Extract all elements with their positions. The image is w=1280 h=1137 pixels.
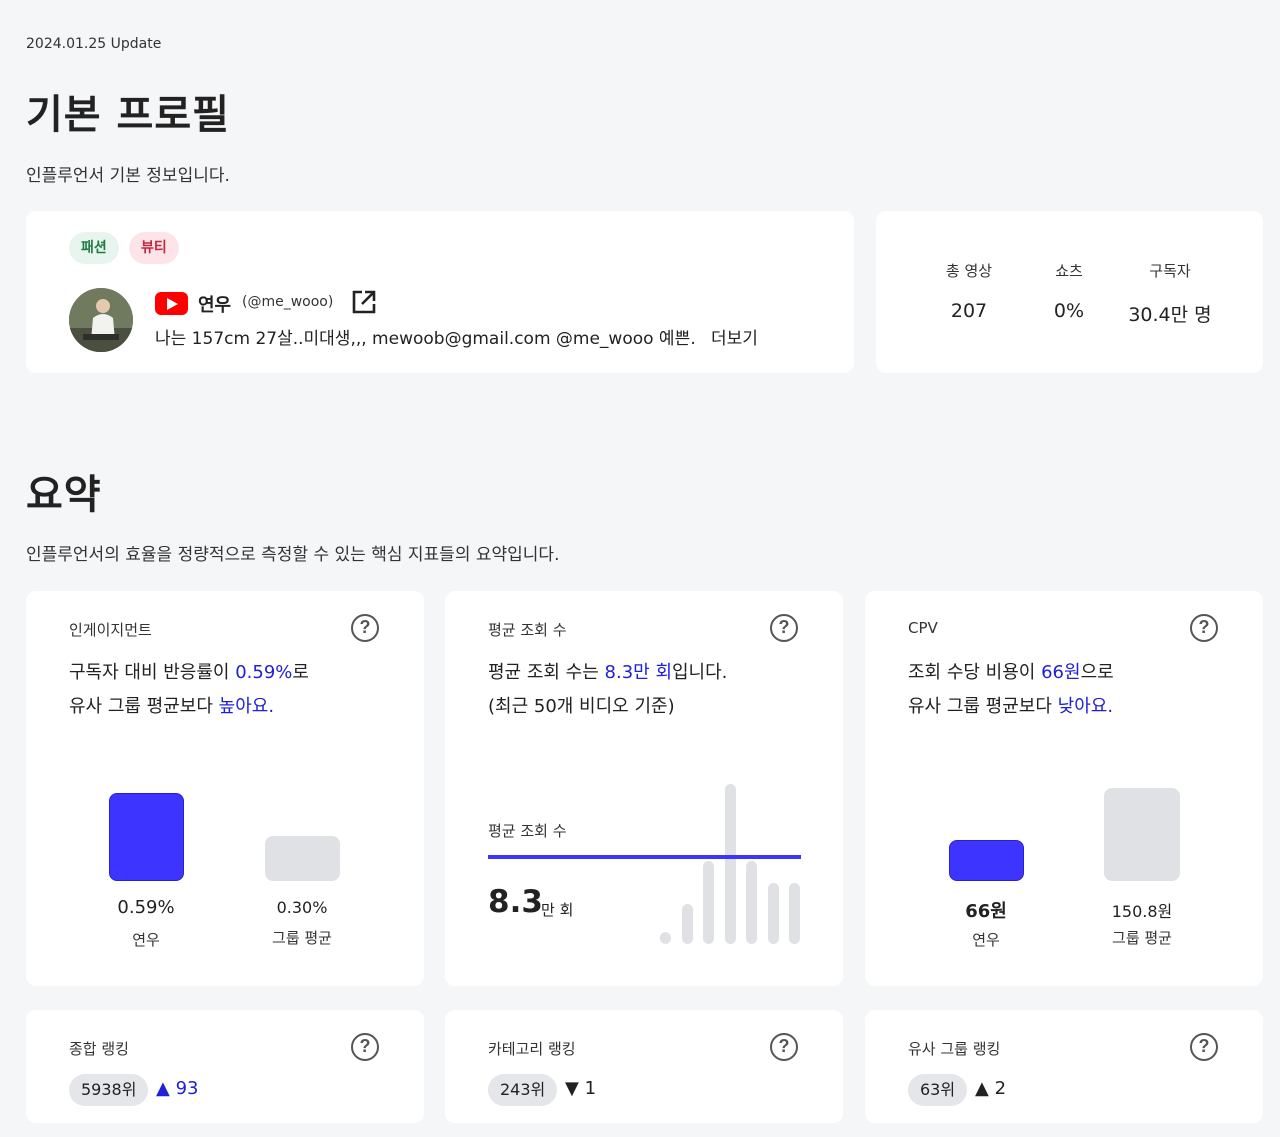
engagement-card: 인게이지먼트 ? 구독자 대비 반응률이 0.59%로 유사 그룹 평균보다 높… — [26, 591, 424, 986]
cpv-line1: 조회 수당 비용이 66원으로 — [908, 662, 1114, 683]
more-button[interactable]: 더보기 — [711, 324, 758, 349]
avg-views-bar — [681, 904, 693, 944]
channel-name: 연우 — [198, 295, 232, 316]
avg-views-bar — [746, 860, 757, 944]
summary-section-subtitle: 인플루언서의 효율을 정량적으로 측정할 수 있는 핵심 지표들의 요약입니다. — [26, 545, 560, 565]
help-icon[interactable]: ? — [1190, 1033, 1218, 1061]
stats-card: 총 영상 207 쇼츠 0% 구독자 30.4만 명 — [876, 211, 1263, 373]
group-ranking-title: 유사 그룹 랭킹 — [908, 1040, 1001, 1058]
update-date: 2024.01.25 Update — [26, 36, 162, 52]
cpv-self-value: 66원 — [965, 901, 1007, 922]
external-link-icon[interactable] — [351, 289, 377, 315]
avg-views-bar — [724, 784, 736, 944]
group-rank-change: ▲ 2 — [975, 1078, 1007, 1099]
avg-views-bar — [660, 932, 671, 944]
engagement-group-label: 그룹 평균 — [272, 929, 332, 947]
avatar — [69, 288, 133, 352]
stat-value-subscribers: 30.4만 명 — [1128, 304, 1212, 326]
category-rank-badge: 243위 — [488, 1074, 558, 1106]
channel-bio: 나는 157cm 27살..미대생,,, mewoob@gmail.com @m… — [155, 329, 695, 349]
help-icon[interactable]: ? — [351, 614, 379, 642]
avg-views-value: 8.3 — [488, 884, 543, 920]
profile-card: 패션 뷰티 연우 (@me_wooo) 나는 157cm 27살..미대생,,,… — [26, 211, 854, 373]
avg-views-bar — [703, 860, 714, 944]
cpv-group-label: 그룹 평균 — [1112, 929, 1172, 947]
engagement-line1: 구독자 대비 반응률이 0.59%로 — [69, 662, 309, 683]
cpv-title: CPV — [908, 619, 938, 637]
channel-handle: (@me_wooo) — [242, 294, 334, 310]
profile-section-subtitle: 인플루언서 기본 정보입니다. — [26, 166, 230, 186]
engagement-group-bar — [265, 836, 340, 881]
tag-fashion[interactable]: 패션 — [69, 232, 119, 264]
engagement-self-label: 연우 — [132, 931, 160, 949]
group-rank-badge: 63위 — [908, 1074, 968, 1106]
category-ranking-card: 카테고리 랭킹 ? 243위 ▼ 1 — [445, 1010, 843, 1123]
avg-views-bar — [789, 883, 800, 944]
avg-views-chart-label: 평균 조회 수 — [488, 822, 567, 840]
engagement-self-value: 0.59% — [117, 897, 175, 918]
cpv-self-bar — [949, 840, 1024, 881]
help-icon[interactable]: ? — [770, 614, 798, 642]
category-rank-change: ▼ 1 — [565, 1078, 597, 1099]
cpv-card: CPV ? 조회 수당 비용이 66원으로 유사 그룹 평균보다 낮아요. 66… — [865, 591, 1263, 986]
overall-rank-badge: 5938위 — [69, 1074, 149, 1106]
engagement-group-value: 0.30% — [276, 898, 328, 917]
cpv-self-label: 연우 — [972, 931, 1000, 949]
category-ranking-title: 카테고리 랭킹 — [488, 1040, 576, 1058]
help-icon[interactable]: ? — [770, 1033, 798, 1061]
youtube-icon — [155, 292, 188, 315]
cpv-group-value: 150.8원 — [1111, 902, 1173, 921]
engagement-self-bar — [109, 793, 184, 881]
summary-section-title: 요약 — [26, 472, 102, 518]
engagement-title: 인게이지먼트 — [69, 621, 152, 639]
stat-label-subscribers: 구독자 — [1149, 262, 1191, 280]
avg-views-bar — [767, 883, 779, 944]
help-icon[interactable]: ? — [1190, 614, 1218, 642]
help-icon[interactable]: ? — [351, 1033, 379, 1061]
group-ranking-card: 유사 그룹 랭킹 ? 63위 ▲ 2 — [865, 1010, 1263, 1123]
tag-beauty[interactable]: 뷰티 — [129, 232, 179, 264]
cpv-group-bar — [1104, 788, 1180, 881]
engagement-line2: 유사 그룹 평균보다 높아요. — [69, 696, 275, 717]
cpv-line2: 유사 그룹 평균보다 낮아요. — [908, 696, 1114, 717]
avg-views-unit: 만 회 — [541, 901, 574, 919]
avg-views-line1: 평균 조회 수는 8.3만 회입니다. — [488, 662, 728, 683]
avg-views-card: 평균 조회 수 ? 평균 조회 수는 8.3만 회입니다. (최근 50개 비디… — [445, 591, 843, 986]
avg-views-title: 평균 조회 수 — [488, 621, 567, 639]
profile-section-title: 기본 프로필 — [26, 92, 230, 138]
avg-views-line2: (최근 50개 비디오 기준) — [488, 696, 675, 717]
avg-views-average-line — [488, 855, 801, 859]
overall-ranking-title: 종합 랭킹 — [69, 1040, 129, 1058]
overall-rank-change: ▲ 93 — [156, 1078, 199, 1099]
overall-ranking-card: 종합 랭킹 ? 5938위 ▲ 93 — [26, 1010, 424, 1123]
